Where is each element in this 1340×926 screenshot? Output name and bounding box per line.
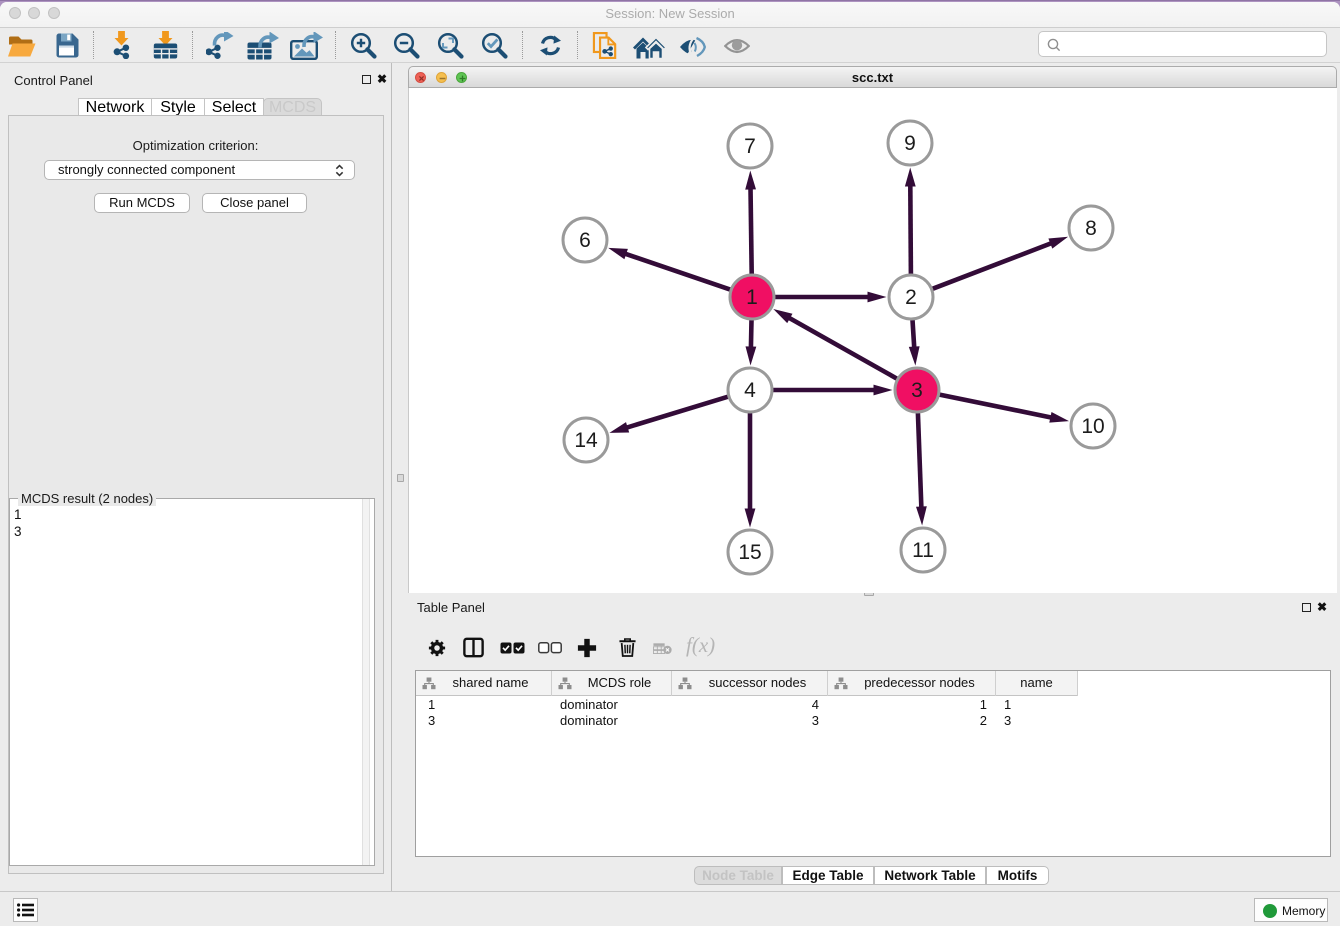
svg-text:7: 7	[744, 135, 756, 158]
svg-text:8: 8	[1085, 217, 1097, 240]
svg-text:4: 4	[744, 379, 756, 402]
svg-text:10: 10	[1081, 415, 1104, 438]
svg-text:9: 9	[904, 132, 916, 155]
svg-text:6: 6	[579, 229, 591, 252]
svg-text:11: 11	[912, 539, 934, 562]
svg-text:14: 14	[574, 429, 598, 452]
svg-text:15: 15	[738, 541, 761, 564]
svg-text:2: 2	[905, 286, 917, 309]
svg-text:3: 3	[911, 379, 923, 402]
svg-text:1: 1	[746, 286, 758, 309]
